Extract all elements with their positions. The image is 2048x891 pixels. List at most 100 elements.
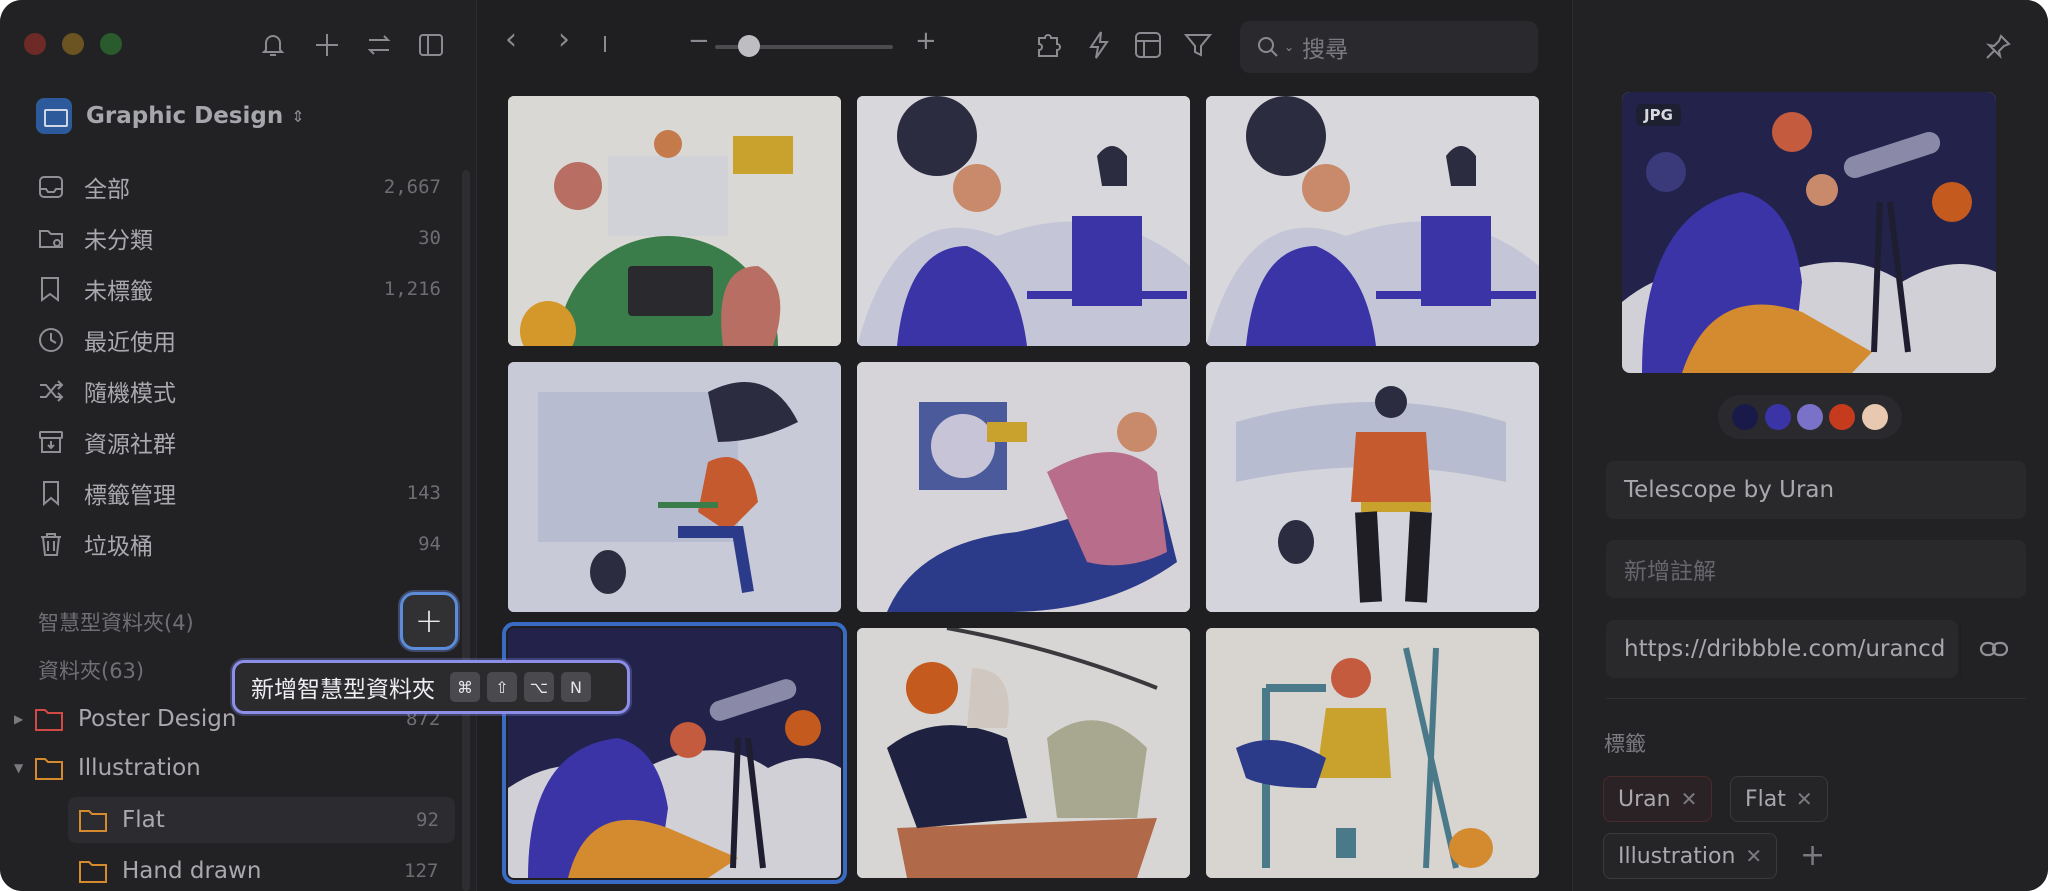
color-palette — [1718, 395, 1902, 439]
nav-item-recent[interactable]: 最近使用 — [36, 320, 441, 360]
color-swatch[interactable] — [1829, 404, 1856, 430]
inbox-icon — [39, 176, 63, 198]
folder-label: Illustration — [78, 755, 201, 781]
layout-icon[interactable] — [1131, 28, 1165, 62]
asset-thumbnail[interactable] — [508, 362, 841, 612]
clock-icon — [39, 328, 63, 352]
nav-item-community[interactable]: 資源社群 — [36, 422, 441, 462]
pin-icon[interactable] — [1983, 32, 2013, 62]
nav-count: 143 — [406, 482, 441, 504]
nav-count: 1,216 — [383, 278, 441, 300]
illustration-preview — [857, 96, 1190, 346]
close-window-button[interactable] — [24, 33, 46, 55]
folder-icon — [79, 810, 107, 832]
asset-thumbnail[interactable] — [857, 628, 1190, 878]
tags-title: 標籤 — [1604, 732, 1646, 756]
back-button[interactable]: ‹ — [505, 22, 539, 57]
folder-icon — [35, 758, 63, 780]
folder-illustration[interactable]: ▼ Illustration — [14, 748, 201, 788]
disclosure-down-icon[interactable]: ▼ — [14, 761, 34, 775]
note-field[interactable]: 新增註解 — [1606, 540, 2026, 598]
nav-item-trash[interactable]: 垃圾桶 94 — [36, 524, 441, 564]
color-swatch[interactable] — [1796, 404, 1823, 430]
nav-item-tag-manager[interactable]: 標籤管理 143 — [36, 473, 441, 513]
folder-icon — [79, 861, 107, 883]
add-smart-folder-button[interactable]: + — [400, 592, 458, 650]
open-link-button[interactable] — [1960, 621, 2026, 677]
swap-icon[interactable] — [364, 30, 394, 60]
remove-tag-icon[interactable]: ✕ — [1745, 844, 1762, 868]
asset-title-field[interactable]: Telescope by Uran — [1606, 461, 2026, 519]
color-swatch[interactable] — [1861, 404, 1888, 430]
library-switcher[interactable]: Graphic Design ⇕ — [36, 96, 305, 136]
disclosure-right-icon[interactable]: ▶ — [14, 712, 34, 726]
minimize-window-button[interactable] — [62, 33, 84, 55]
folder-label: Hand drawn — [122, 858, 262, 884]
tag-chip[interactable]: Illustration ✕ — [1603, 833, 1778, 879]
search-field[interactable]: ⌄ 搜尋 — [1240, 21, 1538, 73]
asset-thumbnail[interactable] — [1206, 628, 1539, 878]
add-icon[interactable] — [312, 30, 342, 60]
library-name: Graphic Design — [86, 103, 284, 129]
folders-label: 資料夾(63) — [38, 659, 145, 683]
folder-label: Poster Design — [78, 706, 237, 732]
nav-item-uncategorized[interactable]: 未分類 30 — [36, 218, 441, 258]
bell-icon[interactable] — [258, 30, 288, 60]
zoom-in-button[interactable]: + — [915, 26, 949, 60]
trash-icon — [41, 533, 61, 556]
archive-icon — [39, 431, 63, 453]
option-key-icon: ⌥ — [524, 672, 554, 702]
tag-label: Flat — [1745, 786, 1786, 812]
url-field[interactable]: https://dribbble.com/urancd — [1606, 620, 1958, 678]
forward-button[interactable]: › — [558, 22, 592, 57]
tooltip-label: 新增智慧型資料夾 — [251, 677, 435, 703]
sidebar-scrollbar[interactable] — [462, 170, 470, 891]
app-window: Graphic Design ⇕ 全部 2,667 未分類 30 未標籤 1,2… — [0, 0, 2048, 891]
color-swatch[interactable] — [1764, 404, 1791, 430]
chevron-updown-icon: ⇕ — [291, 106, 305, 126]
folder-hand-drawn[interactable]: Hand drawn 127 — [78, 851, 438, 891]
nav-item-random[interactable]: 隨機模式 — [36, 371, 441, 411]
n-key: N — [561, 672, 591, 702]
zoom-out-button[interactable]: − — [688, 26, 722, 60]
filter-icon[interactable] — [1181, 28, 1215, 62]
asset-thumbnail[interactable] — [1206, 362, 1539, 612]
link-icon — [1979, 641, 2008, 657]
search-icon — [1258, 37, 1278, 57]
remove-tag-icon[interactable]: ✕ — [1681, 787, 1698, 811]
shuffle-icon — [40, 380, 64, 402]
folder-flat[interactable]: Flat 92 — [78, 800, 439, 840]
illustration-preview — [857, 628, 1190, 878]
asset-preview[interactable]: JPG — [1622, 92, 1996, 373]
nav-label: 未標籤 — [84, 279, 153, 305]
zoom-window-button[interactable] — [100, 33, 122, 55]
nav-count: 2,667 — [383, 176, 441, 198]
sidebar-toggle-icon[interactable] — [416, 30, 446, 60]
zoom-slider-thumb[interactable] — [738, 35, 760, 57]
chevron-down-icon[interactable]: ⌄ — [1284, 40, 1294, 54]
folder-question-icon — [39, 230, 63, 248]
format-badge: JPG — [1636, 104, 1681, 126]
asset-thumbnail[interactable] — [857, 96, 1190, 346]
color-swatch[interactable] — [1732, 404, 1759, 430]
command-key-icon: ⌘ — [450, 672, 480, 702]
asset-thumbnail[interactable] — [857, 362, 1190, 612]
nav-item-all[interactable]: 全部 2,667 — [36, 167, 441, 207]
remove-tag-icon[interactable]: ✕ — [1796, 787, 1813, 811]
preview-image — [1622, 92, 1996, 373]
tag-chip[interactable]: Flat ✕ — [1730, 776, 1828, 822]
nav-item-untagged[interactable]: 未標籤 1,216 — [36, 269, 441, 309]
folder-poster-design[interactable]: ▶ Poster Design 872 — [14, 699, 440, 739]
tag-question-icon — [41, 277, 59, 302]
tag-chip[interactable]: Uran ✕ — [1603, 776, 1713, 822]
asset-thumbnail[interactable] — [1206, 96, 1539, 346]
toolbar-separator — [604, 36, 606, 52]
illustration-preview — [857, 362, 1190, 612]
lightning-icon[interactable] — [1082, 28, 1116, 62]
add-tag-button[interactable]: + — [1800, 838, 1825, 873]
sidebar: Graphic Design ⇕ 全部 2,667 未分類 30 未標籤 1,2… — [0, 0, 477, 891]
puzzle-icon[interactable] — [1033, 28, 1067, 62]
divider — [1606, 698, 2026, 699]
nav-label: 最近使用 — [84, 330, 176, 356]
asset-thumbnail[interactable] — [508, 96, 841, 346]
